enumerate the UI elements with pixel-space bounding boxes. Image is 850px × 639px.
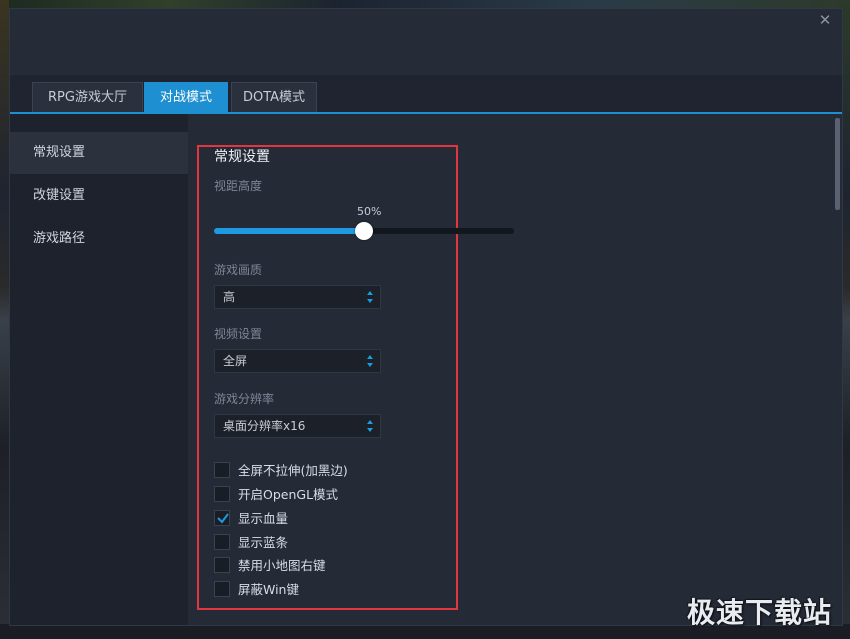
- checkbox-label: 全屏不拉伸(加黑边): [238, 463, 348, 478]
- content-scrollbar[interactable]: [835, 118, 840, 210]
- sidebar-item-game-path[interactable]: 游戏路径: [10, 218, 188, 260]
- section-heading: 常规设置: [214, 149, 270, 165]
- checkbox-label: 禁用小地图右键: [238, 558, 326, 573]
- select-arrows-icon: [367, 420, 373, 432]
- background-left-strip: [0, 0, 9, 639]
- checkbox-box[interactable]: [214, 462, 230, 478]
- slider-knob[interactable]: [355, 222, 373, 240]
- video-selected-value: 全屏: [223, 354, 248, 368]
- resolution-selected-value: 桌面分辨率x16: [223, 419, 306, 433]
- view-height-label: 视距高度: [214, 179, 263, 193]
- video-label: 视频设置: [214, 327, 263, 341]
- select-arrows-icon: [367, 355, 373, 367]
- close-icon[interactable]: ✕: [816, 11, 834, 29]
- resolution-select[interactable]: 桌面分辨率x16: [214, 414, 381, 438]
- checkbox-box[interactable]: [214, 581, 230, 597]
- check-icon: [217, 513, 229, 524]
- quality-selected-value: 高: [223, 290, 236, 304]
- sidebar-item-general[interactable]: 常规设置: [10, 132, 188, 174]
- checkbox-label: 开启OpenGL模式: [238, 487, 339, 502]
- checkbox-box[interactable]: [214, 510, 230, 526]
- checkbox-label: 屏蔽Win键: [238, 582, 299, 597]
- checkbox-label: 显示蓝条: [238, 535, 289, 550]
- tab-battle-mode[interactable]: 对战模式: [144, 82, 228, 112]
- tab-rpg-lobby[interactable]: RPG游戏大厅: [32, 82, 143, 112]
- view-height-value: 50%: [357, 205, 382, 218]
- sidebar-item-keybinding[interactable]: 改键设置: [10, 175, 188, 217]
- checkbox-label: 显示血量: [238, 511, 289, 526]
- select-arrows-icon: [367, 291, 373, 303]
- checkbox-box[interactable]: [214, 534, 230, 550]
- quality-label: 游戏画质: [214, 263, 263, 277]
- quality-select[interactable]: 高: [214, 285, 381, 309]
- site-watermark: 极速下载站: [686, 596, 832, 629]
- tab-dota-mode[interactable]: DOTA模式: [231, 82, 317, 112]
- resolution-label: 游戏分辨率: [214, 392, 275, 406]
- settings-sidebar: 常规设置 改键设置 游戏路径: [10, 114, 188, 625]
- highlight-box: [197, 145, 458, 610]
- tab-bar: RPG游戏大厅 对战模式 DOTA模式: [10, 75, 842, 113]
- slider-fill: [214, 228, 364, 234]
- video-select[interactable]: 全屏: [214, 349, 381, 373]
- dialog-titlebar: ✕: [10, 9, 842, 75]
- checkbox-box[interactable]: [214, 557, 230, 573]
- checkbox-box[interactable]: [214, 486, 230, 502]
